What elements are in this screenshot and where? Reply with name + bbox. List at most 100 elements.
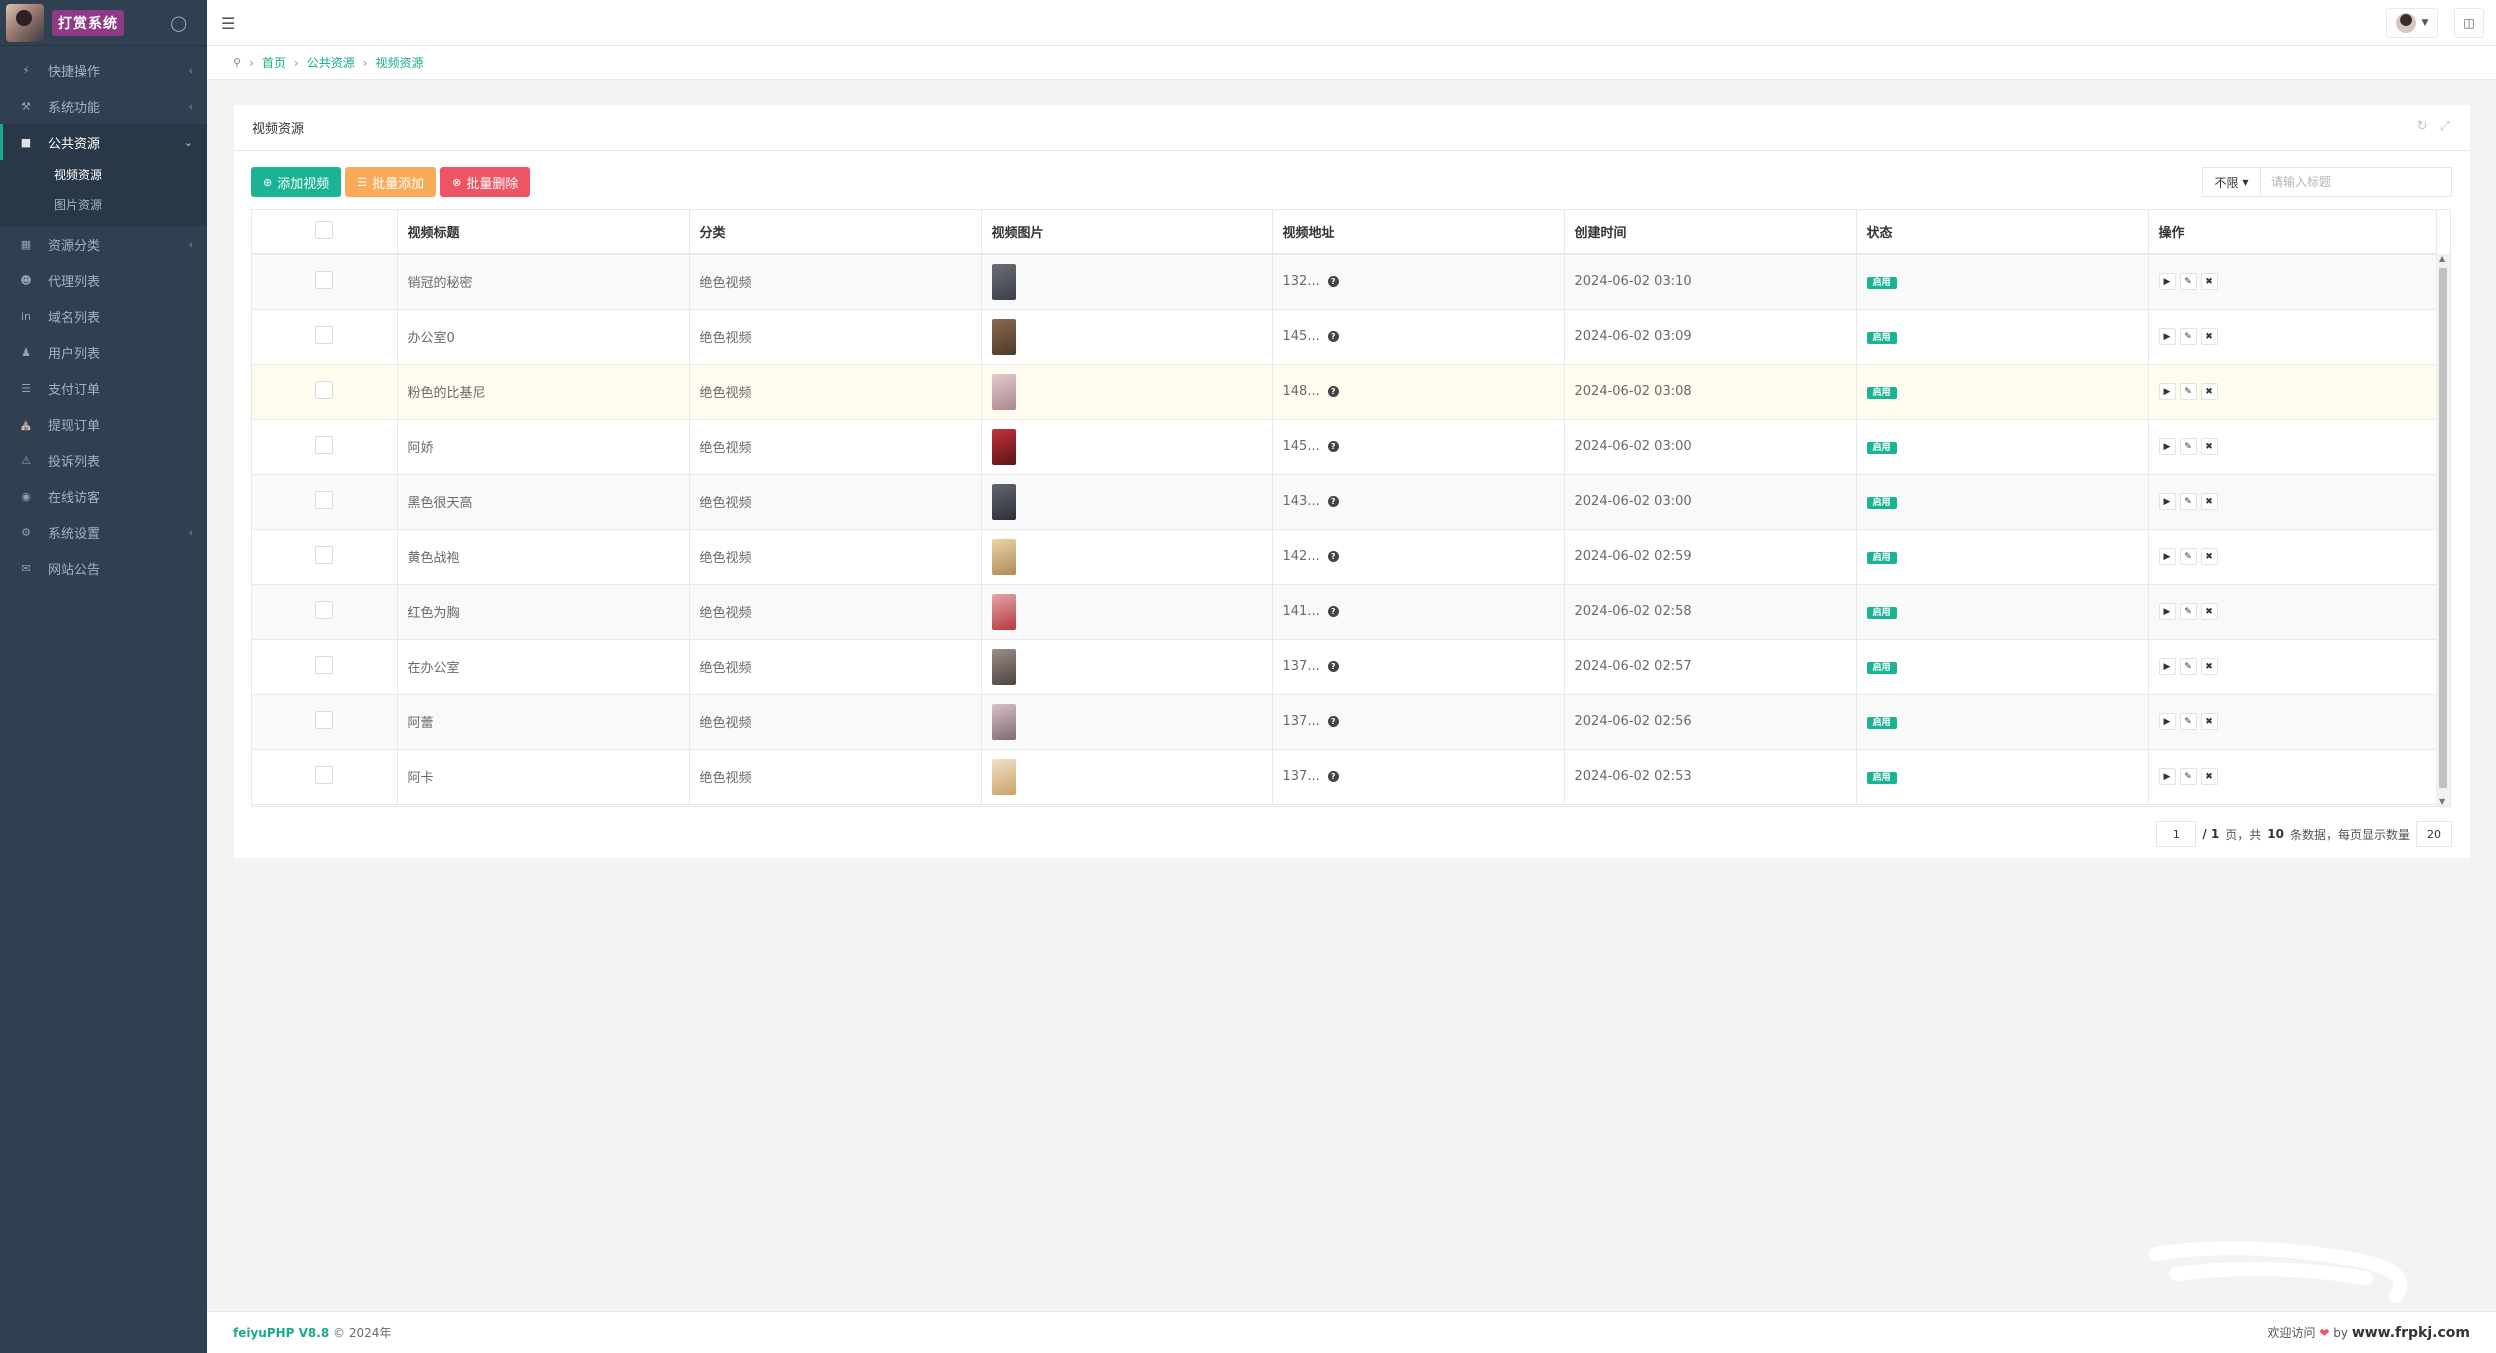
status-badge[interactable]: 启用 [1866, 332, 1897, 344]
footer-brand[interactable]: feiyuPHP V8.8 [233, 1326, 329, 1340]
user-menu-button[interactable]: ▼ [2386, 8, 2438, 38]
sidebar-subitem-image-resources[interactable]: 图片资源 [0, 190, 207, 220]
video-thumbnail[interactable] [991, 703, 1016, 740]
play-icon[interactable]: ▶ [2158, 383, 2176, 400]
column-header-image[interactable]: 视频图片 [981, 210, 1273, 255]
page-size-input[interactable] [2416, 821, 2452, 847]
sidebar-item-resource-categories[interactable]: ▦ 资源分类 ‹ [0, 226, 207, 262]
sidebar-item-system-settings[interactable]: ⚙ 系统设置 ‹ [0, 514, 207, 550]
play-icon[interactable]: ▶ [2158, 548, 2176, 565]
breadcrumb-video-resources[interactable]: 视频资源 [376, 54, 424, 71]
sidebar-item-complaints[interactable]: ⚠ 投诉列表 [0, 442, 207, 478]
play-icon[interactable]: ▶ [2158, 713, 2176, 730]
table-row[interactable]: 阿蕾 绝色视频 137...? 2024-06-02 02:56 启用 ▶ ✎ ✖ [252, 694, 2437, 750]
filter-select[interactable]: 不限 ▼ [2202, 167, 2260, 197]
scroll-up-arrow-icon[interactable]: ▲ [2439, 254, 2445, 263]
question-circle-icon[interactable]: ? [1327, 386, 1339, 397]
status-badge[interactable]: 启用 [1866, 277, 1897, 290]
delete-icon[interactable]: ✖ [2200, 273, 2218, 291]
table-row[interactable]: 阿娇 绝色视频 145...? 2024-06-02 03:00 启用 ▶ ✎ ✖ [252, 419, 2437, 475]
delete-icon[interactable]: ✖ [2200, 493, 2218, 510]
video-thumbnail[interactable] [991, 373, 1016, 410]
delete-icon[interactable]: ✖ [2200, 438, 2218, 455]
sidebar-item-announcements[interactable]: ✉ 网站公告 [0, 550, 207, 586]
edit-icon[interactable]: ✎ [2179, 273, 2197, 291]
status-badge[interactable]: 启用 [1866, 387, 1897, 399]
edit-icon[interactable]: ✎ [2179, 658, 2197, 675]
row-checkbox[interactable] [315, 710, 334, 729]
menu-toggle-icon[interactable]: ☰ [221, 14, 235, 33]
question-circle-icon[interactable]: ? [1327, 606, 1339, 617]
edit-icon[interactable]: ✎ [2179, 493, 2197, 510]
status-badge[interactable]: 启用 [1866, 662, 1897, 674]
sidebar-item-shortcuts[interactable]: ⚡ 快捷操作 ‹ [0, 52, 207, 88]
question-circle-icon[interactable]: ? [1327, 771, 1339, 782]
table-row[interactable]: 办公室0 绝色视频 145...? 2024-06-02 03:09 启用 ▶ ✎ ✖ [252, 309, 2437, 365]
sidebar-item-domains[interactable]: in 域名列表 [0, 298, 207, 334]
delete-icon[interactable]: ✖ [2200, 768, 2218, 785]
status-badge[interactable]: 启用 [1866, 772, 1897, 784]
footer-site-link[interactable]: www.frpkj.com [2352, 1325, 2470, 1341]
play-icon[interactable]: ▶ [2158, 328, 2176, 345]
search-input[interactable] [2260, 167, 2452, 197]
refresh-icon[interactable]: ↻ [2417, 119, 2428, 134]
table-row[interactable]: 红色为胸 绝色视频 141...? 2024-06-02 02:58 启用 ▶ ✎ ✖ [252, 584, 2437, 640]
brand-avatar[interactable] [6, 3, 44, 42]
edit-icon[interactable]: ✎ [2179, 603, 2197, 620]
select-all-checkbox[interactable] [315, 220, 334, 239]
fullscreen-icon[interactable]: ⤢ [2440, 119, 2450, 134]
status-badge[interactable]: 启用 [1866, 497, 1897, 509]
question-circle-icon[interactable]: ? [1327, 331, 1339, 342]
delete-icon[interactable]: ✖ [2200, 658, 2218, 675]
row-checkbox[interactable] [315, 545, 334, 564]
row-checkbox[interactable] [315, 655, 334, 674]
table-row[interactable]: 在办公室 绝色视频 137...? 2024-06-02 02:57 启用 ▶ ✎ ✖ [252, 639, 2437, 695]
page-number-input[interactable] [2156, 821, 2197, 847]
question-circle-icon[interactable]: ? [1327, 276, 1339, 288]
edit-icon[interactable]: ✎ [2179, 328, 2197, 345]
sidebar-item-withdraw-orders[interactable]: ⛪ 提现订单 [0, 406, 207, 442]
edit-icon[interactable]: ✎ [2179, 438, 2197, 455]
column-header-created[interactable]: 创建时间 [1564, 210, 1857, 255]
clear-cache-button[interactable]: ◫ [2454, 8, 2484, 38]
sidebar-item-agents[interactable]: ☻ 代理列表 [0, 262, 207, 298]
status-badge[interactable]: 启用 [1866, 552, 1897, 564]
row-checkbox[interactable] [315, 765, 334, 784]
edit-icon[interactable]: ✎ [2179, 768, 2197, 785]
video-thumbnail[interactable] [991, 758, 1016, 795]
video-thumbnail[interactable] [991, 318, 1016, 355]
video-thumbnail[interactable] [991, 538, 1016, 575]
delete-icon[interactable]: ✖ [2200, 548, 2218, 565]
question-circle-icon[interactable]: ? [1327, 551, 1339, 562]
row-checkbox[interactable] [315, 600, 334, 619]
status-badge[interactable]: 启用 [1866, 607, 1897, 619]
column-header-address[interactable]: 视频地址 [1272, 210, 1565, 255]
breadcrumb-public-resources[interactable]: 公共资源 [307, 54, 355, 71]
video-thumbnail[interactable] [991, 483, 1016, 520]
delete-icon[interactable]: ✖ [2200, 713, 2218, 730]
scrollbar-thumb[interactable] [2439, 268, 2447, 788]
column-header-status[interactable]: 状态 [1856, 210, 2149, 255]
delete-icon[interactable]: ✖ [2200, 328, 2218, 345]
delete-icon[interactable]: ✖ [2200, 383, 2218, 400]
play-icon[interactable]: ▶ [2158, 658, 2176, 675]
video-thumbnail[interactable] [991, 428, 1016, 465]
sidebar-item-public-resources[interactable]: ■ 公共资源 ⌄ [0, 124, 207, 160]
question-circle-icon[interactable]: ? [1327, 661, 1339, 672]
row-checkbox[interactable] [315, 270, 334, 289]
question-circle-icon[interactable]: ? [1327, 716, 1339, 727]
sidebar-subitem-video-resources[interactable]: 视频资源 [0, 160, 207, 190]
batch-add-button[interactable]: ☰ 批量添加 [345, 167, 437, 197]
table-row[interactable]: 销冠的秘密 绝色视频 132...? 2024-06-02 03:10 启用 ▶ ✎ ✖ [252, 254, 2437, 310]
video-thumbnail[interactable] [991, 593, 1016, 630]
sidebar-item-system-functions[interactable]: ⚒ 系统功能 ‹ [0, 88, 207, 124]
row-checkbox[interactable] [315, 435, 334, 454]
play-icon[interactable]: ▶ [2158, 603, 2176, 620]
play-icon[interactable]: ▶ [2158, 768, 2176, 785]
scroll-down-arrow-icon[interactable]: ▼ [2439, 797, 2445, 806]
table-row[interactable]: 黄色战袍 绝色视频 142...? 2024-06-02 02:59 启用 ▶ ✎ ✖ [252, 529, 2437, 585]
video-thumbnail[interactable] [991, 263, 1016, 300]
play-icon[interactable]: ▶ [2158, 493, 2176, 510]
table-row[interactable]: 阿卡 绝色视频 137...? 2024-06-02 02:53 启用 ▶ ✎ ✖ [252, 749, 2437, 805]
table-scrollbar[interactable]: ▲ ▼ [2436, 254, 2450, 806]
